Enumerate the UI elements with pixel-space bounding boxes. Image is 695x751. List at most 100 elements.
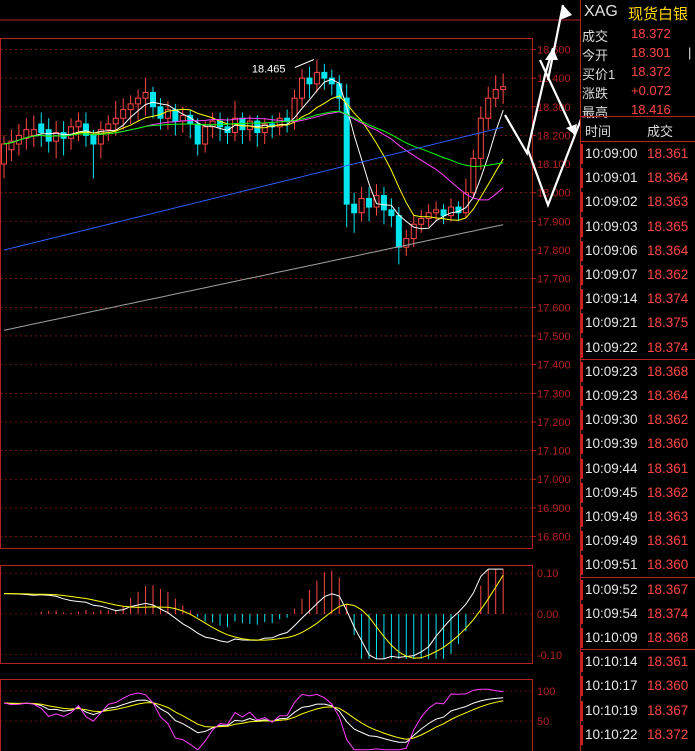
tick-price: 18.364	[647, 242, 689, 258]
tick-list-header: 时间 成交	[581, 116, 695, 142]
tick-marker	[581, 579, 583, 600]
tick-price: 18.363	[647, 194, 689, 210]
tick-row[interactable]: 10:09:23 18.364	[581, 384, 695, 408]
candlestick-chart-area[interactable]: 18.50018.40018.30018.20018.10018.00017.9…	[0, 0, 580, 751]
tick-marker	[581, 555, 583, 576]
tick-marker	[581, 434, 583, 455]
tick-row[interactable]: 10:09:23 18.368	[581, 360, 695, 384]
sub1-tick-label: 0.10	[537, 568, 558, 580]
tick-row[interactable]: 10:09:49 18.361	[581, 529, 695, 553]
symbol-code: XAG	[584, 3, 618, 20]
tick-marker	[581, 240, 583, 261]
tick-row[interactable]: 10:09:06 18.364	[581, 239, 695, 263]
candle-body	[105, 123, 112, 131]
candle-body	[306, 77, 313, 85]
tick-row[interactable]: 10:09:03 18.365	[581, 215, 695, 239]
tick-time: 10:09:52	[585, 581, 638, 597]
tick-marker	[581, 192, 583, 213]
tick-time: 10:09:07	[585, 267, 638, 282]
tick-time: 10:09:44	[585, 460, 638, 476]
quote-row: 今开 18.301 |	[581, 43, 695, 63]
price-tick-label: 18.300	[537, 102, 571, 114]
tick-time: 10:09:39	[585, 436, 638, 452]
candle-body	[366, 197, 373, 208]
tick-row[interactable]: 10:09:39 18.360	[581, 432, 695, 456]
tick-row[interactable]: 10:09:22 18.374	[581, 336, 695, 360]
candle-body	[284, 117, 291, 122]
tick-row[interactable]: 10:09:51 18.360	[581, 553, 695, 577]
candle-body	[485, 97, 492, 119]
tick-row[interactable]: 10:09:14 18.374	[581, 287, 695, 311]
quote-panel: XAG 现货白银 成交 18.372 今开 18.301 | 买价1 18.372 涨跌 +0.…	[580, 0, 695, 751]
candle-body	[142, 91, 149, 99]
tick-price: 18.368	[647, 630, 689, 645]
tick-price: 18.360	[647, 678, 689, 694]
candle-body	[75, 120, 82, 128]
tick-row[interactable]: 10:10:22 18.372	[581, 723, 695, 747]
tick-price: 18.361	[647, 460, 689, 476]
tick-time: 10:10:09	[585, 630, 638, 645]
price-tick-label: 18.200	[537, 130, 571, 142]
tick-row[interactable]: 10:10:14 18.361	[581, 650, 695, 674]
tick-marker	[581, 458, 583, 479]
candle-body	[313, 71, 320, 85]
candle-body	[395, 215, 402, 248]
candle-body	[1, 143, 7, 165]
candle-body	[30, 129, 37, 136]
price-tick-label: 16.800	[537, 532, 571, 544]
tick-time: 10:09:22	[585, 339, 638, 355]
quote-value: 18.416	[631, 102, 671, 117]
price-tick-label: 17.600	[537, 302, 571, 314]
tick-row[interactable]: 10:10:17 18.360	[581, 674, 695, 698]
quote-value: 18.372	[631, 64, 671, 79]
quote-value: 18.372	[631, 26, 671, 41]
tick-row[interactable]: 10:09:01 18.364	[581, 166, 695, 190]
tick-price: 18.374	[647, 605, 689, 621]
candle-body	[500, 86, 507, 91]
sub1-tick-label: -0.10	[537, 650, 562, 662]
tick-price: 18.361	[647, 146, 689, 161]
tick-marker	[581, 652, 583, 673]
price-tick-label: 17.300	[537, 388, 571, 400]
tick-row[interactable]: 10:09:54 18.374	[581, 602, 695, 626]
quote-edge: |	[688, 45, 692, 60]
tick-price: 18.374	[647, 339, 689, 355]
tick-row[interactable]: 10:10:09 18.368	[581, 626, 695, 650]
tick-row[interactable]: 10:09:52 18.367	[581, 578, 695, 602]
tick-price: 18.362	[647, 267, 689, 282]
candlestick-chart[interactable]: 18.50018.40018.30018.20018.10018.00017.9…	[0, 0, 580, 751]
tick-row[interactable]: 10:09:44 18.361	[581, 457, 695, 481]
tick-price: 18.367	[647, 581, 689, 597]
ma120-line	[3, 224, 504, 331]
tick-price: 18.367	[647, 702, 689, 718]
tick-price: 18.368	[647, 363, 689, 379]
tick-time: 10:10:14	[585, 654, 638, 670]
tick-price: 18.360	[647, 557, 689, 573]
sub2-tick-label: 50	[537, 716, 549, 728]
tick-row[interactable]: 10:09:30 18.362	[581, 408, 695, 432]
price-tick-label: 17.700	[537, 274, 571, 286]
quote-row: 成交 18.372	[581, 24, 695, 44]
tick-row[interactable]: 10:09:45 18.362	[581, 481, 695, 505]
tick-row[interactable]: 10:09:07 18.362	[581, 263, 695, 287]
tick-marker	[581, 386, 583, 406]
candle-body	[321, 71, 328, 79]
tick-marker	[581, 507, 583, 527]
price-tick-label: 17.400	[537, 360, 571, 372]
tick-row[interactable]: 10:09:00 18.361	[581, 142, 695, 166]
tick-marker	[581, 337, 583, 358]
tick-marker	[581, 482, 583, 503]
tick-price: 18.372	[647, 726, 689, 742]
tick-row[interactable]: 10:09:21 18.375	[581, 311, 695, 335]
tick-marker	[581, 289, 583, 310]
candle-body	[157, 106, 164, 119]
tick-time: 10:09:30	[585, 412, 638, 428]
candle-body	[380, 195, 387, 211]
price-tick-label: 17.200	[537, 417, 571, 429]
candle-body	[127, 103, 134, 111]
candle-body	[373, 195, 380, 208]
tick-row[interactable]: 10:10:19 18.367	[581, 699, 695, 723]
tick-row[interactable]: 10:09:49 18.363	[581, 505, 695, 529]
tick-marker	[581, 531, 583, 552]
tick-row[interactable]: 10:09:02 18.363	[581, 190, 695, 214]
